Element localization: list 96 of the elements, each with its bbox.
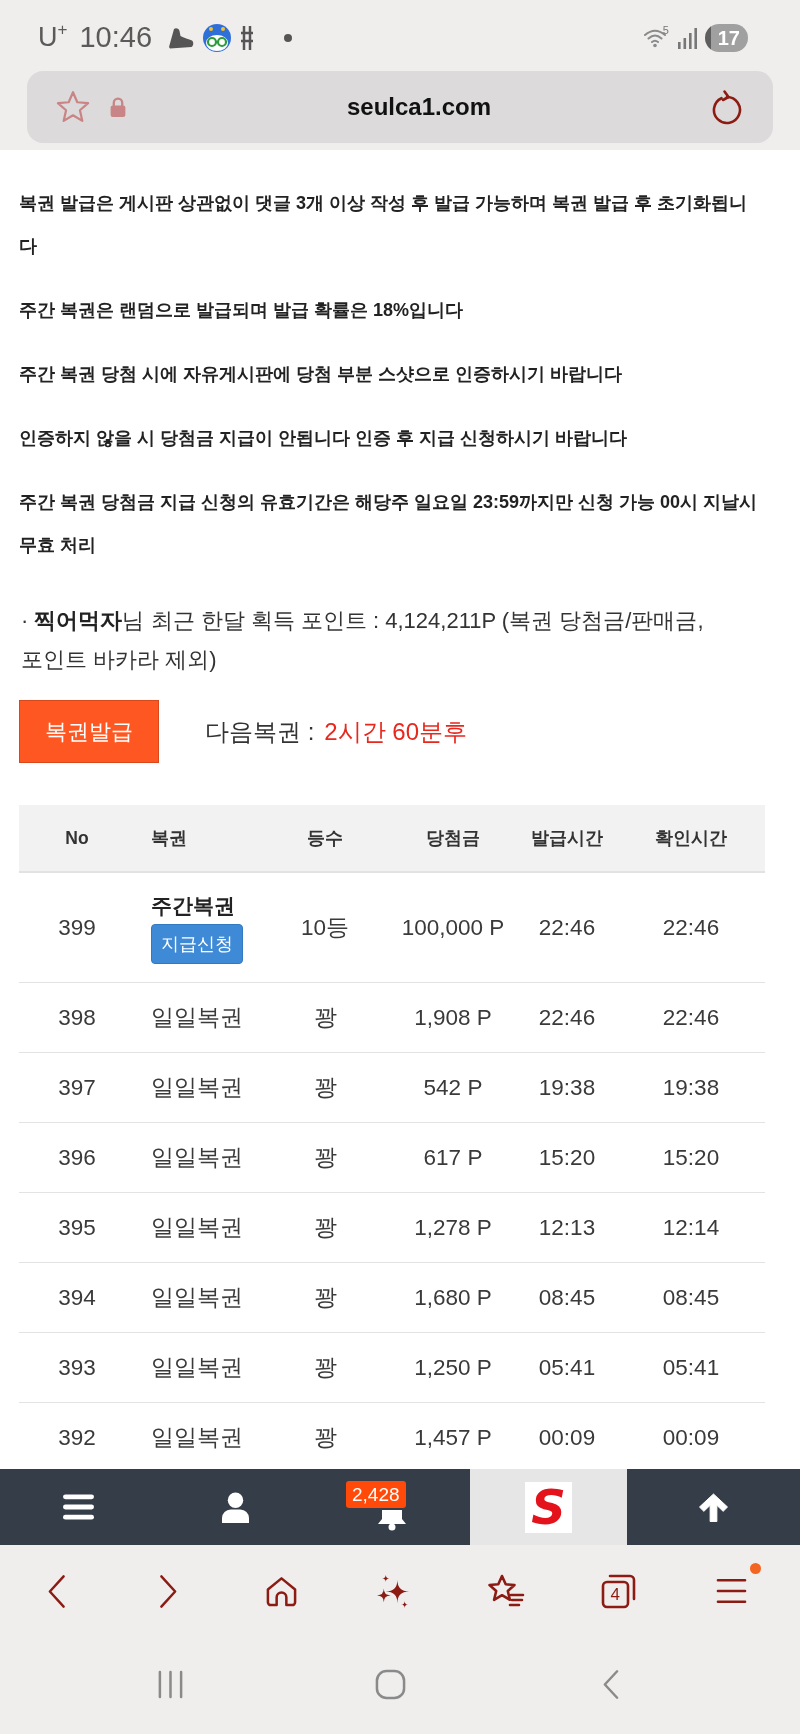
tabs-button[interactable]: 4 [600,1573,637,1609]
confirm-time: 08:45 [662,1284,720,1310]
ticket-type: 일일복권 [151,1145,243,1170]
notice-text: 복권 발급은 게시판 상관없이 댓글 3개 이상 작성 후 발급 가능하며 복권 발급 후 초기화됩니다 [19,192,749,258]
notice-text: 주간 복권 당첨 시에 자유게시판에 당첨 부분 스샷으로 인증하시기 바랍니다 [19,363,623,386]
next-ticket-label: 다음복권 : [205,716,315,747]
rank-text: 꽝 [313,1425,337,1450]
signal-icon [676,26,697,49]
ticket-number: 396 [58,1144,96,1170]
site-logo[interactable]: S [525,1481,572,1533]
prize-amount: 1,250 P [414,1354,492,1380]
rank-text: 꽝 [313,1075,337,1100]
ticket-type: 일일복권 [151,1425,243,1450]
star-icon[interactable] [55,90,91,124]
ticket-number: 398 [58,1004,96,1030]
wifi-icon [642,27,667,48]
ticket-number: 395 [58,1214,96,1240]
next-ticket-countdown: 2시간 60분후 [324,716,468,747]
issue-time: 05:41 [538,1354,596,1380]
ticket-type: 일일복권 [151,1355,243,1380]
home-icon[interactable] [264,1574,298,1608]
confirm-time: 22:46 [662,1004,720,1030]
prize-amount: 1,457 P [414,1424,492,1450]
battery-indicator: 17 [704,23,748,52]
recent-apps-icon[interactable] [156,1669,184,1699]
hash-icon [240,24,254,51]
url-text: seulca1.com [346,93,492,121]
wifi-band-label: 5 [662,24,669,36]
tabs-icon [600,1573,637,1609]
issue-time: 22:46 [538,1004,596,1030]
system-home-icon[interactable] [374,1668,406,1700]
claim-prize-button[interactable]: 지급신청 [151,923,243,964]
notice-text: 주간 복권 당첨금 지급 신청의 유효기간은 해당주 일요일 23:59까지만 신청 가능 00시 지날시 무효 처리 [19,491,759,557]
column-header: 발급시간 [531,828,603,848]
issue-time: 12:13 [538,1214,596,1240]
column-header: 확인시간 [655,828,727,848]
menu-icon[interactable] [63,1494,94,1520]
star-list-icon[interactable] [487,1574,526,1608]
address-bar[interactable]: seulca1.com [27,71,773,143]
prize-amount: 617 P [423,1144,483,1170]
chevron-right-icon[interactable] [159,1573,179,1609]
issue-ticket-button[interactable]: 복권발급 [19,700,159,763]
confirm-time: 05:41 [662,1354,720,1380]
rank-text: 꽝 [313,1145,337,1170]
points-summary: · 찍어먹자님 최근 한달 획득 포인트 : 4,124,211P (복권 당첨금/판매금, 포인트 바카라 제외) [20,607,705,674]
ticket-type: 일일복권 [151,1005,243,1030]
ticket-number: 392 [58,1424,96,1450]
issue-time: 19:38 [538,1074,596,1100]
reload-icon[interactable] [711,89,743,125]
ticket-number: 399 [58,914,96,940]
bell-icon[interactable] [375,1510,409,1531]
confirm-time: 19:38 [662,1074,720,1100]
ticket-type: 일일복권 [151,1285,243,1310]
rank-text: 꽝 [313,1215,337,1240]
lock-icon [109,97,127,117]
issue-time: 08:45 [538,1284,596,1310]
sparkle-icon[interactable] [377,1573,411,1609]
up-arrow-icon[interactable] [698,1492,729,1522]
ticket-type: 일일복권 [151,1075,243,1100]
column-header: 복권 [151,828,187,848]
column-header: No [65,827,89,848]
notice-text: 인증하지 않을 시 당첨금 지급이 안됩니다 인증 후 지급 신청하시기 바랍니다 [19,427,628,450]
notice-text: 주간 복권은 랜덤으로 발급되며 발급 확률은 18%입니다 [19,299,465,322]
column-header: 등수 [307,828,343,848]
issue-time: 15:20 [538,1144,596,1170]
notification-badge: 2,428 [346,1481,406,1508]
prize-amount: 100,000 P [401,914,505,940]
prize-amount: 542 P [423,1074,483,1100]
ticket-number: 397 [58,1074,96,1100]
hamburger-menu-icon[interactable] [715,1577,747,1605]
ticket-number: 393 [58,1354,96,1380]
confirm-time: 22:46 [662,914,720,940]
confirm-time: 12:14 [662,1214,720,1240]
rank-text: 꽝 [313,1005,337,1030]
dot-icon [284,33,292,42]
mascot-icon [202,22,232,53]
ticket-type: 주간복권 [151,892,235,919]
rank-text: 꽝 [313,1355,337,1380]
rank-text: 꽝 [313,1285,337,1310]
issue-time: 00:09 [538,1424,596,1450]
ticket-type: 일일복권 [151,1215,243,1240]
rank-text: 10등 [301,915,349,940]
issue-time: 22:46 [538,914,596,940]
column-header: 당첨금 [426,828,480,848]
prize-amount: 1,680 P [414,1284,492,1310]
system-back-icon[interactable] [601,1668,619,1700]
prize-amount: 1,278 P [414,1214,492,1240]
clock-time: 10:46 [79,21,152,54]
confirm-time: 15:20 [662,1144,720,1170]
shoe-icon [168,25,194,50]
user-icon[interactable] [222,1491,249,1523]
carrier-label: U$^{+}$ [38,22,68,53]
chevron-left-icon[interactable] [46,1573,66,1609]
prize-amount: 1,908 P [414,1004,492,1030]
ticket-number: 394 [58,1284,96,1310]
confirm-time: 00:09 [662,1424,720,1450]
